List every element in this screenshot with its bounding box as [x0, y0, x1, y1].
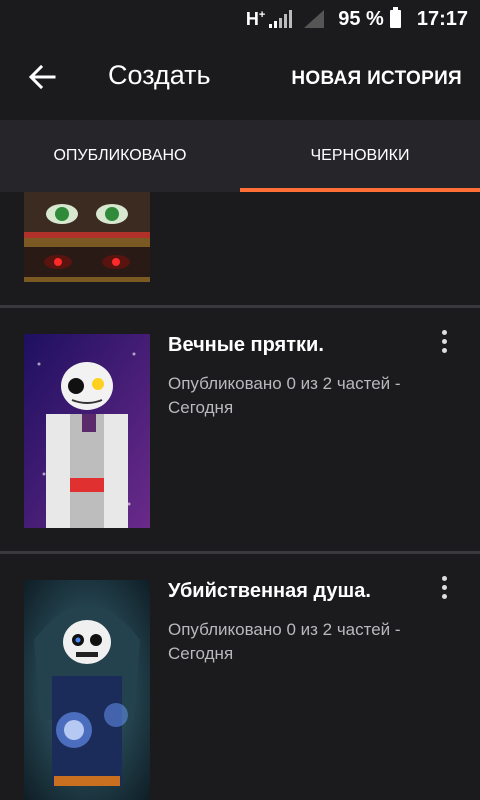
- list-item[interactable]: Вечные прятки. Опубликовано 0 из 2 часте…: [0, 308, 480, 551]
- back-button[interactable]: [26, 60, 60, 94]
- new-story-button[interactable]: НОВАЯ ИСТОРИЯ: [291, 68, 462, 90]
- story-meta: Опубликовано 0 из 2 частей - Сегодня: [168, 374, 401, 417]
- clock: 17:17: [416, 7, 468, 30]
- battery-icon: [389, 7, 401, 28]
- no-sim-signal-icon: [304, 10, 325, 28]
- story-title[interactable]: Вечные прятки.: [168, 334, 324, 357]
- list-item[interactable]: Убийственная душа. Опубликовано 0 из 2 ч…: [0, 554, 480, 800]
- tab-published[interactable]: ОПУБЛИКОВАНО: [0, 120, 240, 192]
- story-meta: Опубликовано 0 из 2 частей - Сегодня: [168, 620, 401, 663]
- story-cover: [24, 580, 150, 800]
- story-list[interactable]: Вечные прятки. Опубликовано 0 из 2 часте…: [0, 192, 480, 800]
- signal-icon: [269, 10, 293, 28]
- status-bar: H+ 95 % 17:17: [0, 0, 480, 38]
- arrow-left-icon: [28, 64, 56, 90]
- battery-percent: 95 %: [338, 7, 384, 30]
- page-title: Создать: [108, 60, 211, 90]
- list-item[interactable]: [0, 192, 480, 305]
- app-bar: Создать НОВАЯ ИСТОРИЯ: [0, 38, 480, 120]
- more-options-button[interactable]: [438, 576, 450, 604]
- story-cover: [24, 192, 150, 282]
- tab-bar: ОПУБЛИКОВАНО ЧЕРНОВИКИ: [0, 120, 480, 192]
- network-indicator: H+: [245, 8, 266, 29]
- more-vert-icon: [441, 576, 447, 581]
- more-vert-icon: [441, 330, 447, 335]
- story-title[interactable]: Убийственная душа.: [168, 580, 371, 603]
- story-cover: [24, 334, 150, 528]
- tab-drafts[interactable]: ЧЕРНОВИКИ: [240, 120, 480, 192]
- more-options-button[interactable]: [438, 330, 450, 358]
